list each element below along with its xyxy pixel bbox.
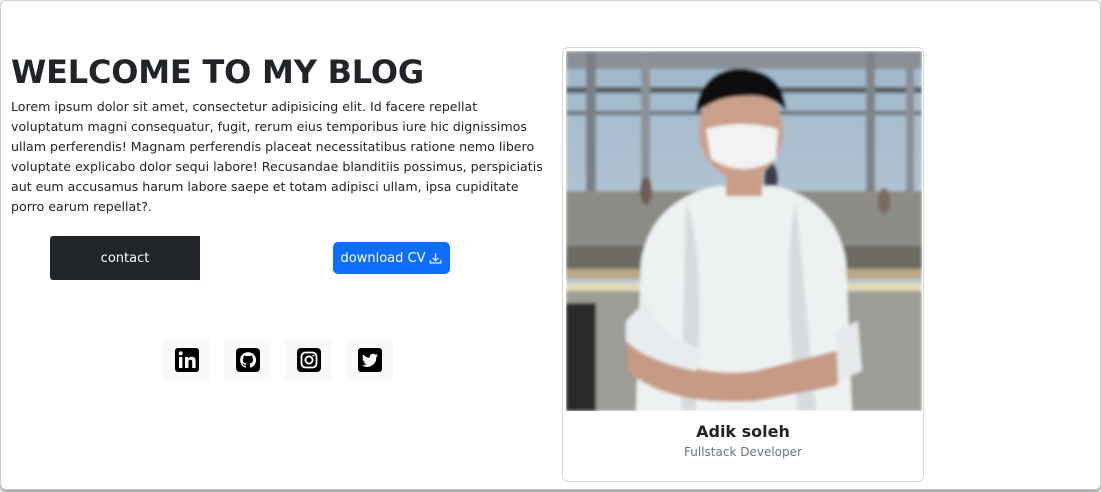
download-cv-button[interactable]: download CV xyxy=(333,242,450,274)
contact-button-label: contact xyxy=(100,250,150,266)
profile-role: Fullstack Developer xyxy=(684,445,802,459)
github-icon xyxy=(235,348,260,372)
profile-photo xyxy=(566,51,922,411)
hero-description: Lorem ipsum dolor sit amet, consectetur … xyxy=(11,99,543,214)
social-links xyxy=(163,339,393,381)
instagram-link[interactable] xyxy=(285,339,332,381)
profile-name: Adik soleh xyxy=(696,422,790,441)
contact-button[interactable]: contact xyxy=(50,236,200,280)
linkedin-icon xyxy=(174,348,199,372)
github-link[interactable] xyxy=(224,339,271,381)
hero-title: WELCOME TO MY BLOG xyxy=(11,53,424,91)
page-frame: WELCOME TO MY BLOG Lorem ipsum dolor sit… xyxy=(0,0,1101,490)
profile-card: Adik soleh Fullstack Developer xyxy=(562,47,924,482)
twitter-icon xyxy=(357,348,382,372)
download-cv-label: download CV xyxy=(340,250,426,266)
linkedin-link[interactable] xyxy=(163,339,210,381)
profile-card-body: Adik soleh Fullstack Developer xyxy=(563,414,923,459)
download-icon xyxy=(430,252,442,264)
profile-photo-image xyxy=(566,51,922,411)
twitter-link[interactable] xyxy=(346,339,393,381)
instagram-icon xyxy=(296,348,321,372)
hero-section: WELCOME TO MY BLOG Lorem ipsum dolor sit… xyxy=(11,53,546,217)
